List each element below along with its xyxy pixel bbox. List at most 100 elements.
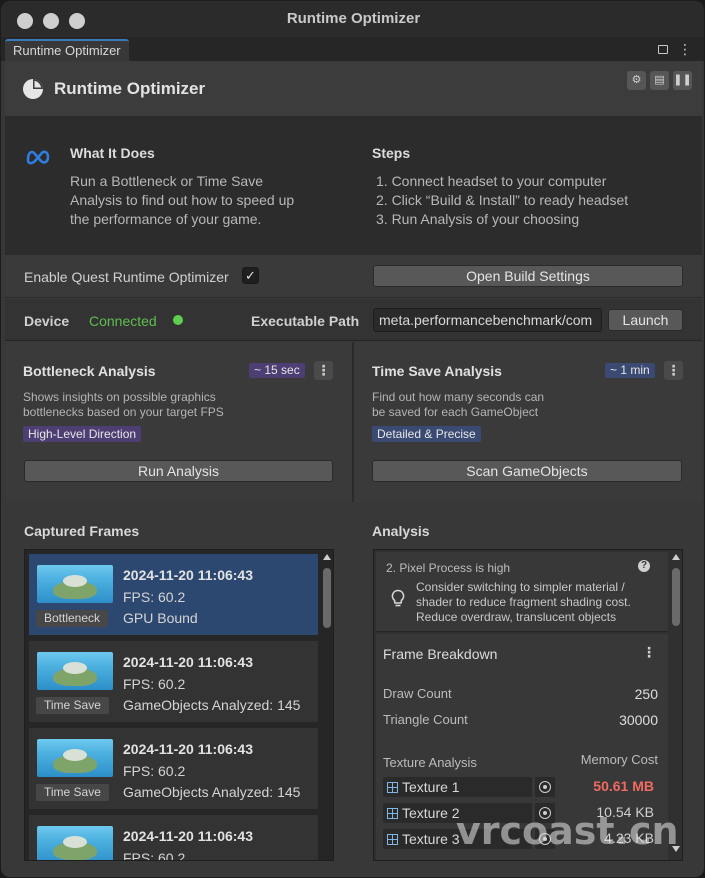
kebab-icon: ⋮: [316, 362, 331, 378]
captured-frames-list[interactable]: Bottleneck 2024-11-20 11:06:43 FPS: 60.2…: [24, 549, 334, 861]
texture-icon: [387, 834, 398, 845]
enable-row: Enable Quest Runtime Optimizer ✓ Open Bu…: [5, 255, 702, 298]
frame-fps: FPS: 60.2: [123, 589, 186, 605]
object-picker-button[interactable]: [535, 777, 555, 797]
frame-tag: Time Save: [36, 784, 109, 801]
texture-memory: 50.61 MB: [593, 778, 654, 794]
status-dot-icon: [173, 315, 183, 325]
open-build-settings-button[interactable]: Open Build Settings: [373, 265, 683, 287]
gear-icon: ⚙: [631, 74, 642, 86]
frame-fps: FPS: 60.2: [123, 850, 186, 861]
list-item[interactable]: Time Save 2024-11-20 11:06:43 FPS: 60.2 …: [29, 641, 318, 722]
scroll-thumb[interactable]: [323, 568, 331, 628]
scroll-thumb[interactable]: [672, 568, 680, 626]
box-icon: ▤: [654, 74, 665, 86]
help-icon[interactable]: ?: [638, 560, 650, 572]
insight-line-3: Reduce overdraw, translucent objects: [416, 610, 617, 624]
meta-logo-icon: [26, 150, 50, 165]
texture-row[interactable]: Texture 1 50.61 MB: [383, 776, 667, 798]
book-button[interactable]: ❚❚: [673, 71, 692, 90]
frame-date: 2024-11-20 11:06:43: [123, 741, 253, 757]
texture-name: Texture 2: [402, 805, 460, 821]
frame-tag: Bottleneck: [36, 610, 109, 627]
steps-heading: Steps: [372, 145, 411, 161]
check-icon: ✓: [245, 268, 256, 283]
frame-fps: FPS: 60.2: [123, 763, 186, 779]
triangle-count-label: Triangle Count: [383, 712, 468, 727]
package-button[interactable]: ▤: [650, 71, 669, 90]
timesave-menu-button[interactable]: ⋮: [664, 361, 683, 380]
device-row: Device Connected Executable Path meta.pe…: [5, 299, 702, 341]
editor-window: Runtime Optimizer Runtime Optimizer ⋮ Ru…: [0, 0, 705, 878]
scan-gameobjects-button[interactable]: Scan GameObjects: [372, 460, 682, 482]
settings-button[interactable]: ⚙: [627, 71, 646, 90]
lock-icon[interactable]: [658, 45, 668, 54]
scroll-up-icon[interactable]: [323, 554, 331, 560]
page-title: Runtime Optimizer: [54, 79, 206, 98]
bottleneck-desc-line-2: bottlenecks based on your target FPS: [23, 405, 224, 419]
frame-breakdown-menu-icon[interactable]: ⋮: [642, 644, 656, 661]
insight-text: Consider switching to simpler material /…: [416, 580, 631, 625]
timesave-title: Time Save Analysis: [372, 363, 502, 379]
frame-fps: FPS: 60.2: [123, 676, 186, 692]
bottleneck-menu-button[interactable]: ⋮: [314, 361, 333, 380]
bottleneck-panel: Bottleneck Analysis ~ 15 sec ⋮ Shows ins…: [5, 342, 352, 502]
frame-thumbnail: [37, 652, 113, 690]
kebab-icon: ⋮: [666, 362, 681, 378]
tab-runtime-optimizer[interactable]: Runtime Optimizer: [5, 39, 129, 61]
draw-count-label: Draw Count: [383, 686, 452, 701]
texture-field[interactable]: Texture 1: [383, 777, 532, 797]
launch-button[interactable]: Launch: [608, 309, 683, 331]
draw-count-row: Draw Count 250: [383, 686, 658, 702]
triangle-count-value: 30000: [619, 712, 658, 728]
timesave-description: Find out how many seconds can be saved f…: [372, 390, 544, 420]
run-analysis-button[interactable]: Run Analysis: [24, 460, 333, 482]
frame-date: 2024-11-20 11:06:43: [123, 567, 253, 583]
enable-label: Enable Quest Runtime Optimizer: [24, 269, 229, 285]
executable-path-label: Executable Path: [251, 313, 360, 329]
target-icon: [539, 781, 551, 793]
bottleneck-description: Shows insights on possible graphics bott…: [23, 390, 224, 420]
bottleneck-pill: High-Level Direction: [23, 426, 142, 442]
frame-date: 2024-11-20 11:06:43: [123, 828, 253, 844]
draw-count-value: 250: [634, 686, 658, 702]
list-item[interactable]: 2024-11-20 11:06:43 FPS: 60.2: [29, 815, 318, 861]
what-it-does-line-1: Run a Bottleneck or Time Save: [70, 173, 263, 189]
enable-checkbox[interactable]: ✓: [242, 267, 259, 284]
book-icon: ❚❚: [673, 74, 692, 86]
step-3: 3. Run Analysis of your choosing: [376, 211, 580, 227]
what-it-does-heading: What It Does: [70, 145, 155, 161]
texture-analysis-label: Texture Analysis: [383, 755, 477, 770]
frames-scrollbar[interactable]: [321, 552, 332, 858]
device-status: Connected: [89, 313, 157, 329]
frame-thumbnail: [37, 826, 113, 860]
bottleneck-time-badge: ~ 15 sec: [249, 363, 305, 378]
info-panel: What It Does Run a Bottleneck or Time Sa…: [5, 117, 702, 255]
window-title: Runtime Optimizer: [286, 10, 421, 27]
analysis-heading: Analysis: [372, 523, 430, 539]
tab-bar: Runtime Optimizer ⋮: [1, 37, 704, 61]
insight-card: 2. Pixel Process is high ? Consider swit…: [376, 552, 668, 632]
tool-header: Runtime Optimizer ⚙ ▤ ❚❚: [5, 61, 702, 117]
list-item[interactable]: Bottleneck 2024-11-20 11:06:43 FPS: 60.2…: [29, 554, 318, 635]
what-it-does-line-3: the performance of your game.: [70, 211, 262, 227]
frame-date: 2024-11-20 11:06:43: [123, 654, 253, 670]
device-label: Device: [24, 313, 70, 329]
step-1: 1. Connect headset to your computer: [376, 173, 607, 189]
lightbulb-icon: [391, 589, 405, 607]
watermark: vrcoast.cn: [456, 809, 679, 853]
timesave-desc-line-2: be saved for each GameObject: [372, 405, 539, 419]
timesave-time-badge: ~ 1 min: [605, 363, 655, 378]
scroll-up-icon[interactable]: [672, 554, 680, 560]
pie-chart-icon: [23, 79, 43, 99]
step-2: 2. Click “Build & Install” to ready head…: [376, 192, 629, 208]
tab-icons: ⋮: [658, 41, 692, 58]
texture-header-row: Texture Analysis Memory Cost: [383, 752, 658, 770]
list-item[interactable]: Time Save 2024-11-20 11:06:43 FPS: 60.2 …: [29, 728, 318, 809]
frame-tag: Time Save: [36, 697, 109, 714]
executable-path-input[interactable]: meta.performancebenchmark/com: [373, 308, 602, 332]
kebab-menu-icon[interactable]: ⋮: [678, 41, 692, 57]
frame-summary: GameObjects Analyzed: 145: [123, 697, 301, 713]
texture-icon: [387, 808, 398, 819]
frame-thumbnail: [37, 739, 113, 777]
